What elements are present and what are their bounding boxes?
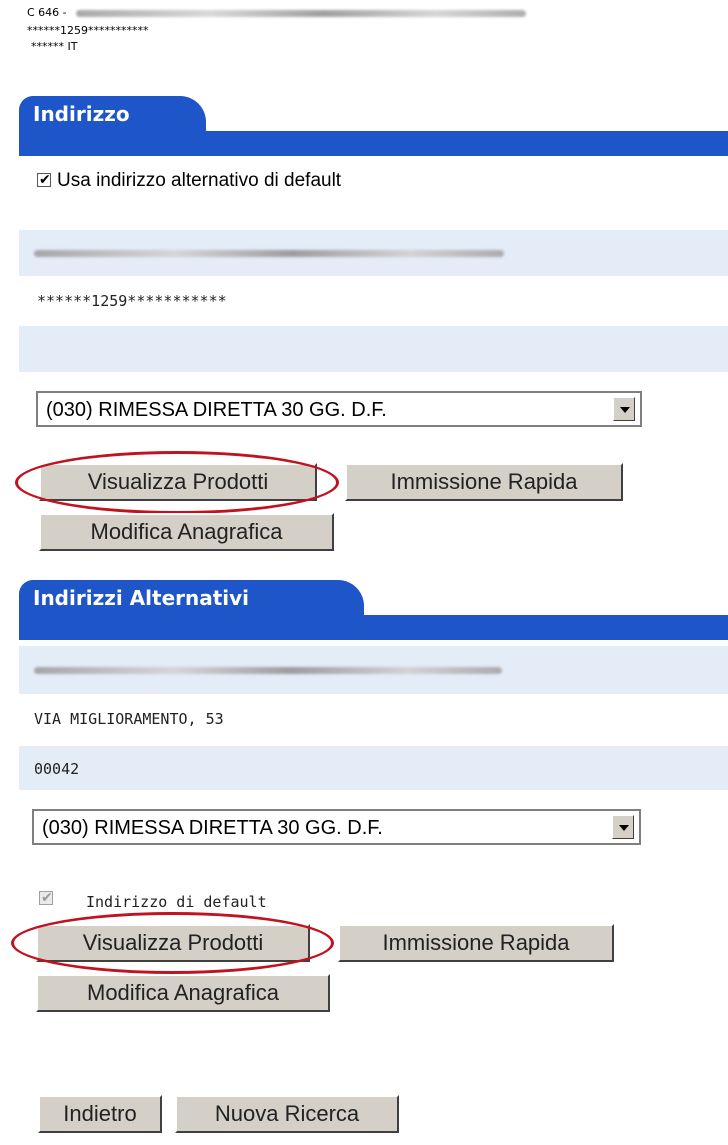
alt-payment-terms-select[interactable]: (030) RIMESSA DIRETTA 30 GG. D.F. (32, 809, 641, 845)
dropdown-arrow-icon (613, 397, 635, 421)
alt-address-row-zip (19, 746, 728, 790)
default-address-label: Indirizzo di default (86, 893, 267, 911)
default-address-checkbox: ✔ (39, 889, 53, 905)
edit-registry-button[interactable]: Modifica Anagrafica (39, 513, 334, 551)
new-search-button[interactable]: Nuova Ricerca (175, 1095, 399, 1133)
redacted-alt-name (34, 667, 502, 674)
check-icon: ✔ (39, 171, 51, 187)
customer-country: ****** IT (31, 40, 78, 53)
use-alt-address-label: Usa indirizzo alternativo di default (57, 170, 342, 191)
highlight-oval (11, 912, 334, 974)
section-tab-indirizzo: Indirizzo (19, 96, 728, 156)
customer-masked-id: ******1259*********** (27, 24, 149, 37)
address-masked-line: ******1259*********** (37, 292, 227, 310)
back-button[interactable]: Indietro (38, 1095, 162, 1133)
payment-terms-value: (030) RIMESSA DIRETTA 30 GG. D.F. (46, 399, 387, 421)
section-title: Indirizzi Alternativi (33, 586, 250, 610)
payment-terms-select[interactable]: (030) RIMESSA DIRETTA 30 GG. D.F. (36, 391, 642, 427)
quick-entry-button[interactable]: Immissione Rapida (345, 463, 623, 501)
check-icon: ✔ (41, 889, 53, 905)
alt-quick-entry-button[interactable]: Immissione Rapida (338, 924, 614, 962)
alt-edit-registry-button[interactable]: Modifica Anagrafica (36, 974, 330, 1012)
dropdown-arrow-icon (612, 815, 634, 839)
section-title: Indirizzo (33, 102, 130, 126)
address-row-empty (19, 326, 728, 372)
redacted-name (76, 10, 526, 17)
section-tab-indirizzi-alternativi: Indirizzi Alternativi (19, 580, 728, 640)
highlight-oval (15, 451, 339, 514)
alt-address-street: VIA MIGLIORAMENTO, 53 (34, 710, 224, 728)
use-alt-address-checkbox[interactable]: ✔ (37, 171, 51, 187)
redacted-address (34, 250, 504, 257)
customer-code: C 646 - (27, 6, 67, 19)
alt-payment-terms-value: (030) RIMESSA DIRETTA 30 GG. D.F. (42, 817, 383, 839)
alt-address-zip: 00042 (34, 760, 80, 778)
